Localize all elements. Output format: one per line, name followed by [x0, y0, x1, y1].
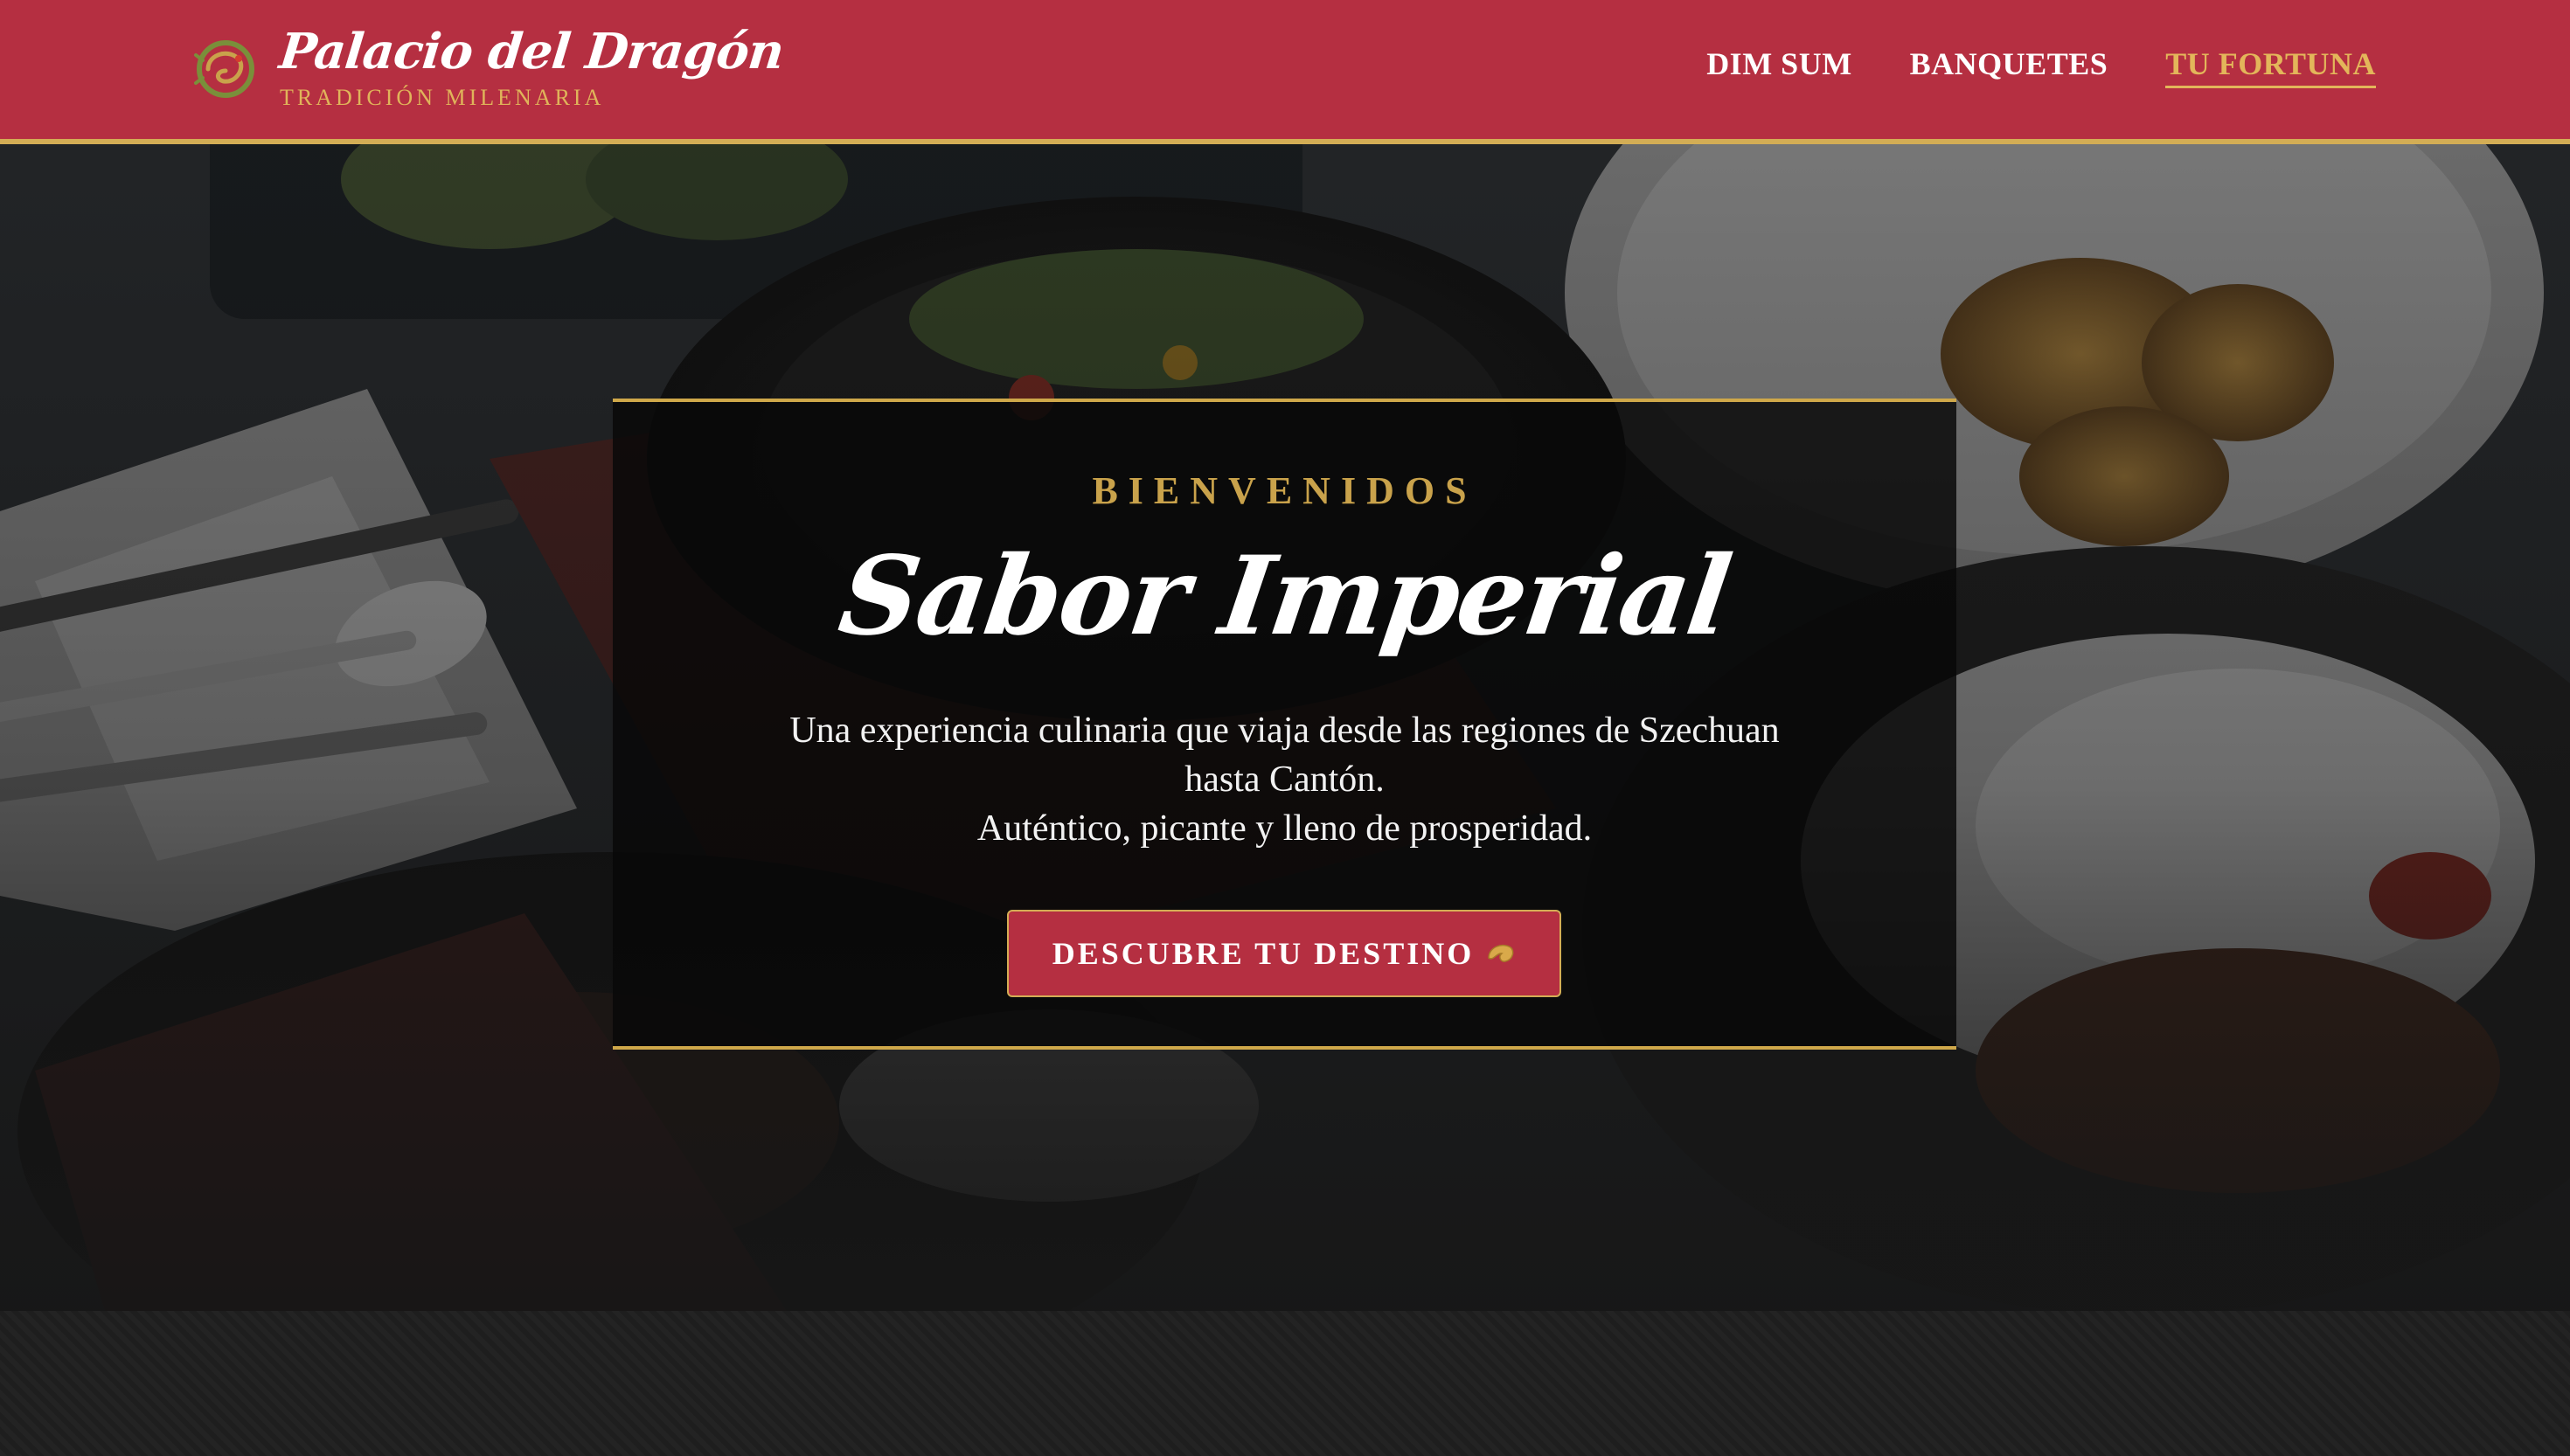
dragon-icon	[194, 40, 254, 98]
site-header: Palacio del Dragón TRADICIÓN MILENARIA D…	[0, 0, 2570, 144]
hero-section: BIENVENIDOS Sabor Imperial Una experienc…	[0, 144, 2570, 1311]
brand-logo[interactable]: Palacio del Dragón TRADICIÓN MILENARIA	[191, 21, 787, 117]
fortune-cookie-icon	[1488, 944, 1514, 962]
hero-description-line: hasta Cantón.	[1184, 759, 1385, 800]
hero-description: Una experiencia culinaria que viaja desd…	[709, 706, 1860, 853]
hero-title: Sabor Imperial	[832, 533, 1737, 660]
nav-item-tu-fortuna[interactable]: TU FORTUNA	[2165, 45, 2376, 88]
nav-item-banquetes[interactable]: BANQUETES	[1910, 45, 2108, 88]
hero-description-line: Una experiencia culinaria que viaja desd…	[789, 711, 1780, 751]
next-section-background	[0, 1311, 2570, 1456]
brand-tagline: TRADICIÓN MILENARIA	[280, 85, 605, 110]
brand-name: Palacio del Dragón	[276, 23, 787, 80]
welcome-card: BIENVENIDOS Sabor Imperial Una experienc…	[613, 399, 1956, 1050]
nav-item-dim-sum[interactable]: DIM SUM	[1706, 45, 1851, 88]
welcome-eyebrow: BIENVENIDOS	[1092, 469, 1477, 512]
hero-description-line: Auténtico, picante y lleno de prosperida…	[976, 808, 1593, 849]
cta-label: DESCUBRE TU DESTINO	[1052, 936, 1475, 971]
discover-destiny-button[interactable]: DESCUBRE TU DESTINO	[1007, 910, 1561, 997]
main-nav: DIM SUM BANQUETES TU FORTUNA	[1706, 45, 2376, 88]
